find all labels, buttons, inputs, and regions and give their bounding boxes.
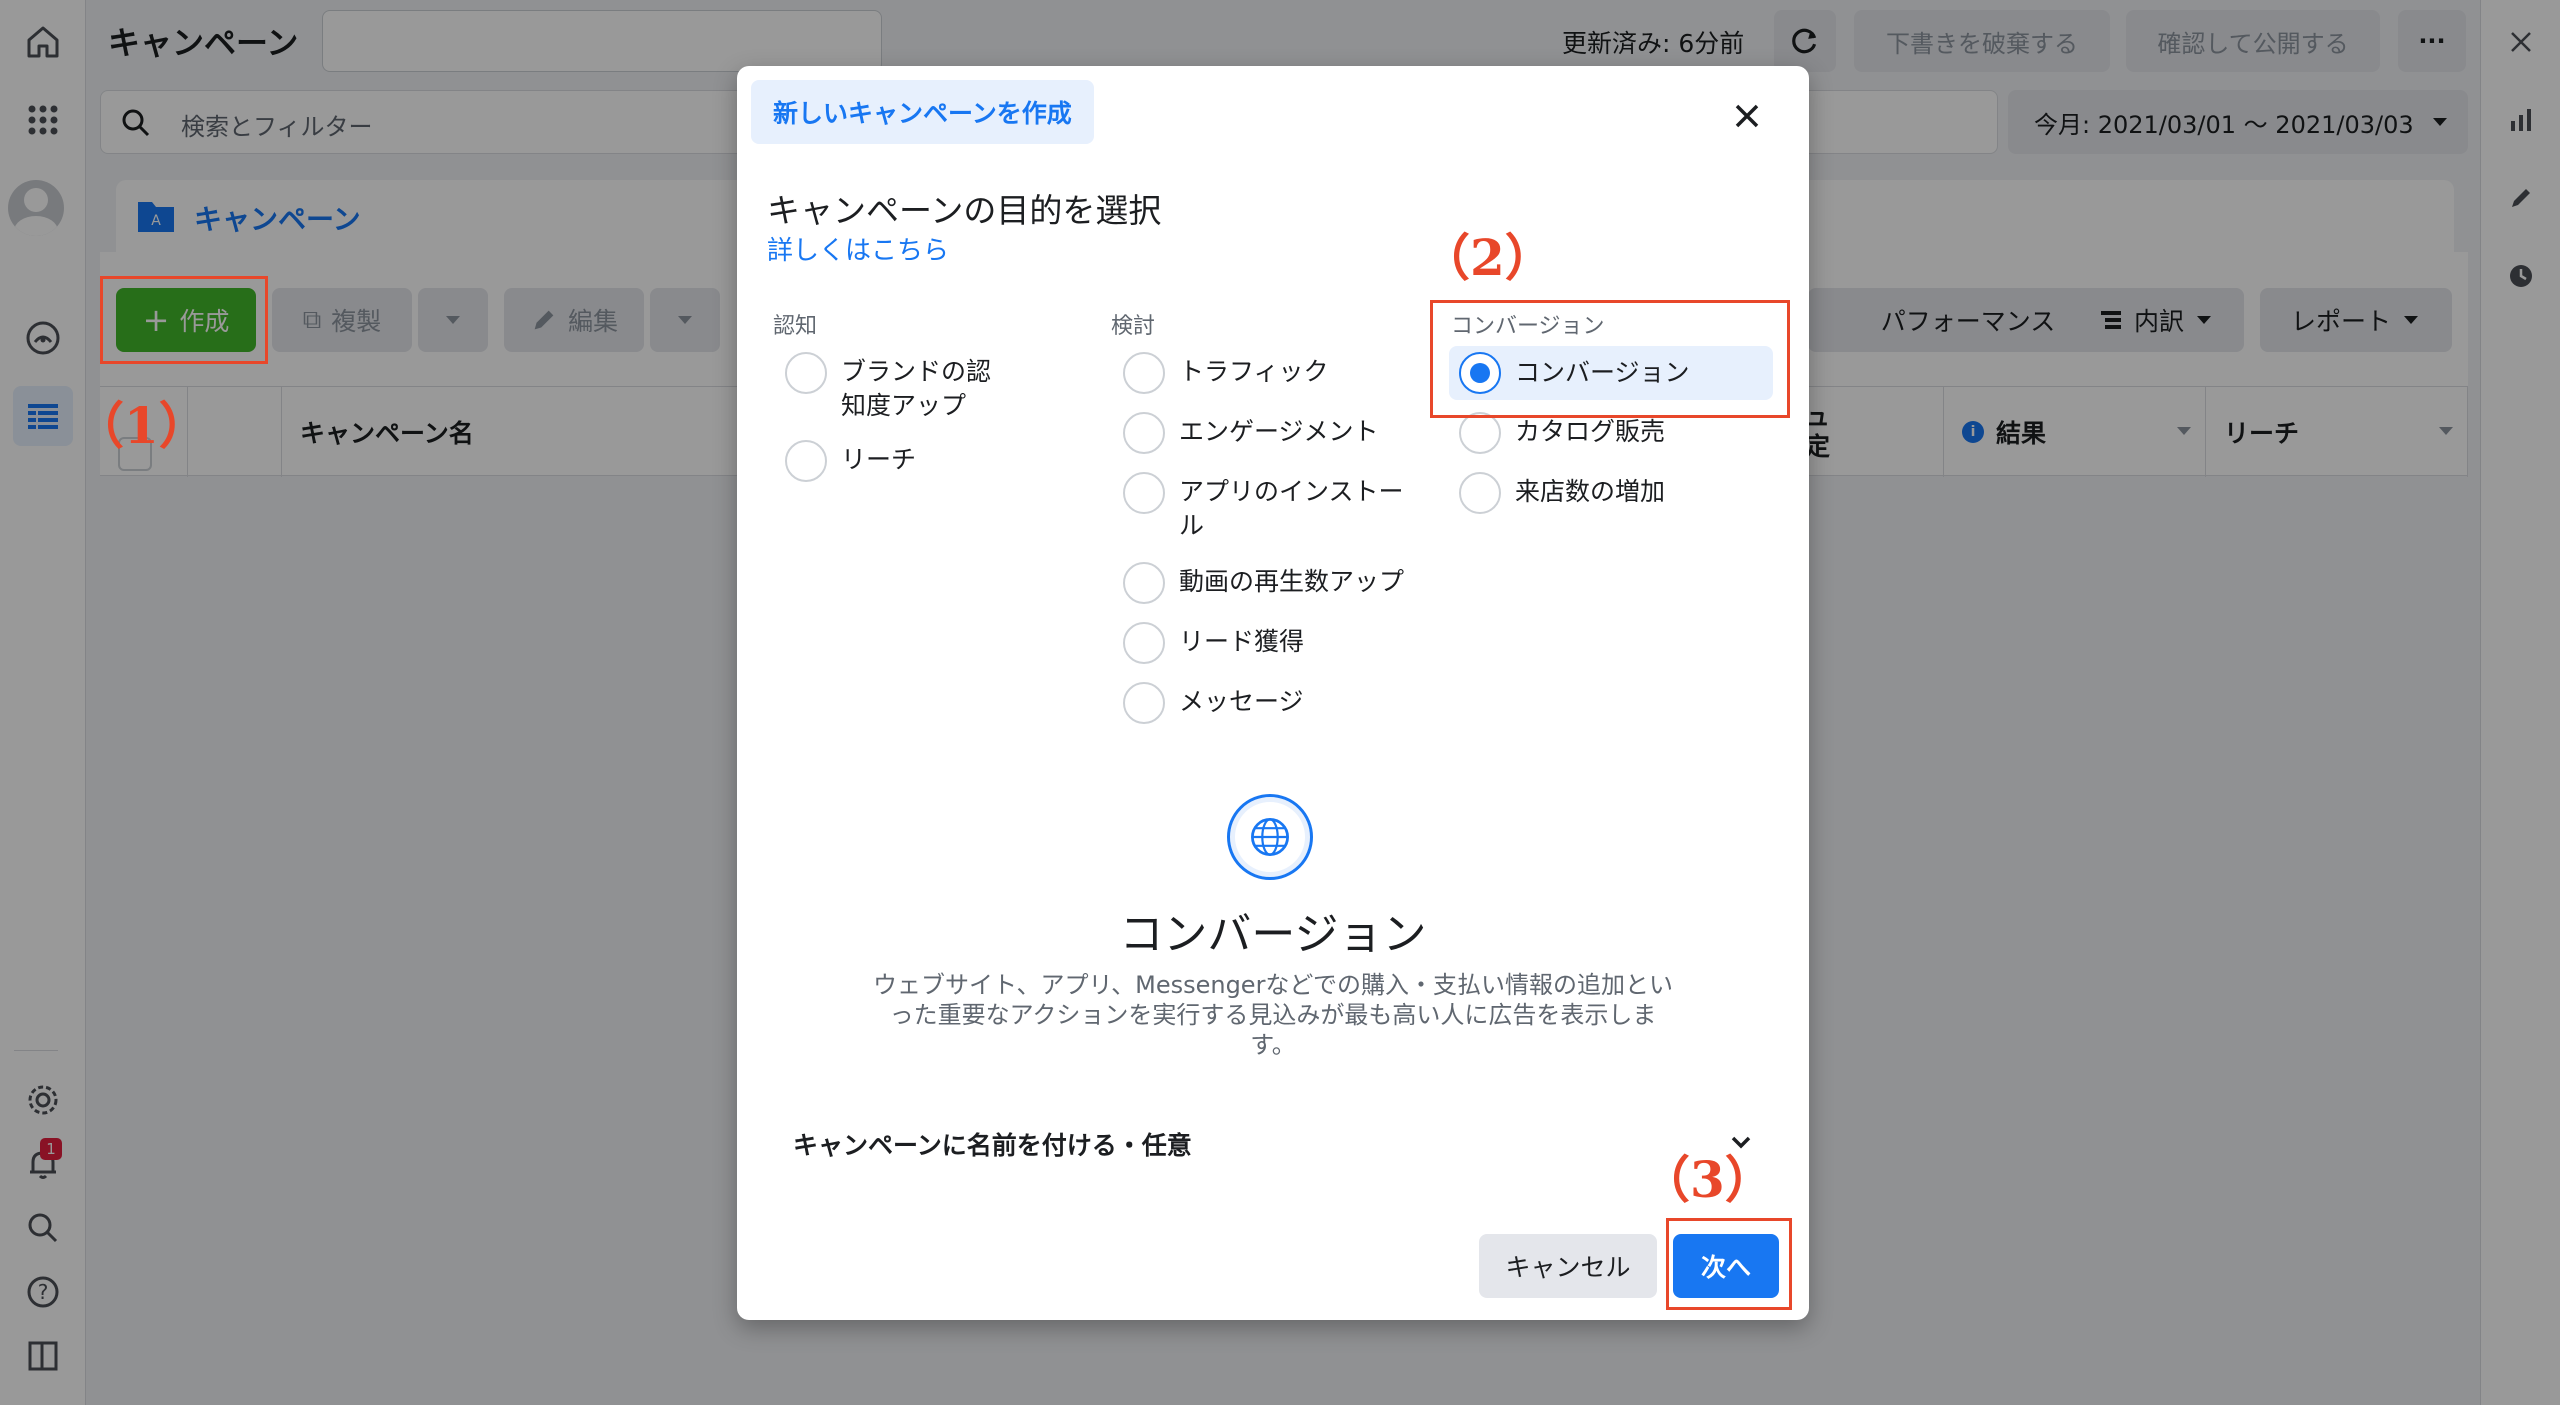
objective-video-views[interactable]: 動画の再生数アップ	[1123, 562, 1413, 604]
radio-button[interactable]	[1123, 562, 1165, 604]
close-icon	[1735, 104, 1759, 128]
dialog-heading: キャンペーンの目的を選択	[767, 191, 1162, 230]
objective-lead-generation[interactable]: リード獲得	[1123, 622, 1413, 664]
radio-button[interactable]	[1123, 412, 1165, 454]
dialog-tab-new-campaign[interactable]: 新しいキャンペーンを作成	[751, 80, 1094, 144]
objective-label: ブランドの認知度アップ	[841, 357, 992, 420]
radio-button[interactable]	[1123, 682, 1165, 724]
objective-messages[interactable]: メッセージ	[1123, 682, 1413, 724]
objective-label: メッセージ	[1179, 687, 1304, 716]
objective-app-installs[interactable]: アプリのインストール	[1123, 472, 1413, 543]
annotation-label-1: （1）	[74, 396, 209, 455]
category-awareness-title: 認知	[773, 314, 818, 339]
annotation-box-2	[1430, 300, 1790, 418]
objective-label: エンゲージメント	[1179, 417, 1379, 446]
objective-label: アプリのインストール	[1179, 477, 1404, 540]
radio-button[interactable]	[1123, 622, 1165, 664]
annotation-label-3: （3）	[1640, 1150, 1775, 1209]
cancel-button[interactable]: キャンセル	[1479, 1234, 1657, 1298]
radio-button[interactable]	[1123, 472, 1165, 514]
learn-more-link[interactable]: 詳しくはこちら	[767, 230, 949, 267]
objective-description-title: コンバージョン	[1119, 909, 1427, 960]
radio-button[interactable]	[785, 440, 827, 482]
annotation-box-3	[1666, 1218, 1792, 1310]
objective-store-traffic[interactable]: 来店数の増加	[1459, 472, 1749, 514]
objective-label: トラフィック	[1179, 357, 1329, 386]
objective-brand-awareness[interactable]: ブランドの認知度アップ	[785, 352, 1015, 423]
objective-engagement[interactable]: エンゲージメント	[1123, 412, 1413, 454]
objective-traffic[interactable]: トラフィック	[1123, 352, 1413, 394]
radio-button[interactable]	[1459, 472, 1501, 514]
create-campaign-dialog: 新しいキャンペーンを作成 キャンペーンの目的を選択 詳しくはこちら 認知 ブラン…	[737, 66, 1809, 1320]
radio-button[interactable]	[1459, 412, 1501, 454]
campaign-name-expander-label: キャンペーンに名前を付ける・任意	[793, 1131, 1192, 1160]
campaign-name-expander[interactable]: キャンペーンに名前を付ける・任意	[793, 1118, 1753, 1168]
objective-reach[interactable]: リーチ	[785, 440, 1015, 482]
radio-button[interactable]	[1123, 352, 1165, 394]
close-button[interactable]	[1725, 94, 1769, 138]
objective-description-body: ウェブサイト、アプリ、Messengerなどでの購入・支払い情報の追加といった重…	[873, 971, 1673, 1059]
objective-catalog-sales[interactable]: カタログ販売	[1459, 412, 1749, 454]
objective-label: 来店数の増加	[1515, 477, 1666, 506]
objective-label: 動画の再生数アップ	[1179, 567, 1405, 596]
objective-label: リーチ	[841, 445, 917, 474]
annotation-box-1	[100, 276, 268, 364]
radio-button[interactable]	[785, 352, 827, 394]
annotation-label-2: （2）	[1420, 228, 1555, 287]
category-consideration-title: 検討	[1111, 314, 1156, 339]
globe-icon	[1227, 794, 1313, 880]
objective-label: リード獲得	[1179, 627, 1305, 656]
